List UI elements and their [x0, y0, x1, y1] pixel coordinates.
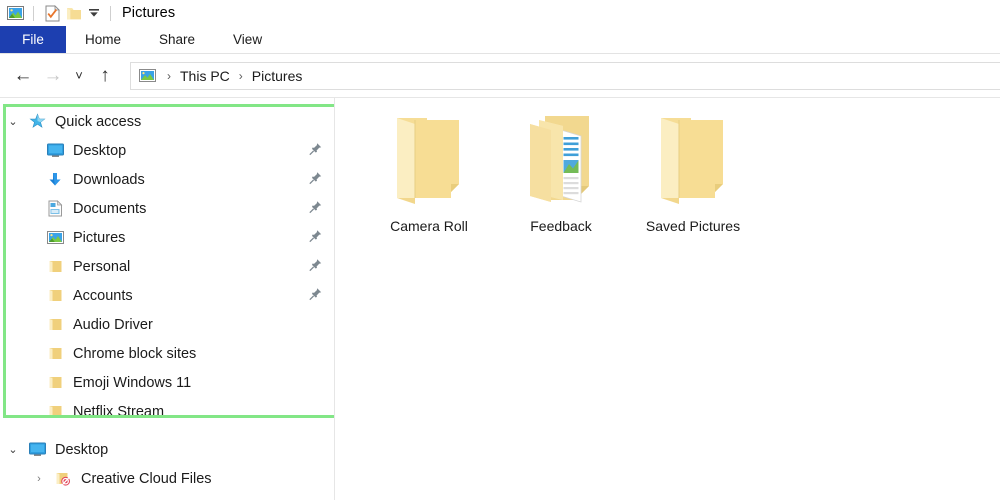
sidebar-item-desktop[interactable]: Desktop — [0, 136, 334, 165]
folder-icon — [44, 375, 66, 390]
sidebar-item-documents[interactable]: Documents — [0, 194, 334, 223]
breadcrumb-this-pc[interactable]: This PC — [178, 68, 232, 84]
sidebar-item-label: Desktop — [73, 142, 127, 159]
download-arrow-icon — [44, 172, 66, 188]
sidebar-item-label: Accounts — [73, 287, 133, 304]
back-button[interactable]: ← — [8, 61, 38, 91]
sidebar-item-netflix-stream[interactable]: Netflix Stream — [0, 397, 334, 426]
address-bar[interactable]: › This PC › Pictures — [130, 61, 1000, 90]
file-item-camera-roll[interactable]: Camera Roll — [363, 106, 495, 234]
breadcrumb-separator[interactable]: › — [232, 69, 250, 83]
pin-icon[interactable] — [309, 258, 322, 275]
properties-icon[interactable] — [41, 2, 63, 24]
new-folder-icon[interactable] — [63, 2, 85, 24]
sidebar-group-label: Desktop — [55, 441, 109, 458]
customize-qat-dropdown-icon[interactable] — [85, 2, 103, 24]
sidebar-item-emoji-windows-11[interactable]: Emoji Windows 11 — [0, 368, 334, 397]
main-body: ⌄ Quick access Desktop Downloads Documen… — [0, 98, 1000, 500]
file-grid: Camera Roll Feedback Saved Pictures — [363, 106, 1000, 234]
sidebar-item-pictures[interactable]: Pictures — [0, 223, 334, 252]
sidebar-item-label: Creative Cloud Files — [81, 470, 212, 487]
sidebar-group-desktop[interactable]: ⌄ Desktop — [0, 435, 334, 464]
breadcrumb-separator: › — [167, 68, 171, 83]
pin-icon[interactable] — [309, 171, 322, 188]
sidebar-item-label: Emoji Windows 11 — [73, 374, 192, 391]
breadcrumb-pictures[interactable]: Pictures — [250, 68, 305, 84]
sidebar-item-label: Downloads — [73, 171, 145, 188]
file-item-label: Feedback — [530, 218, 592, 234]
recent-locations-dropdown-icon[interactable]: ˅ — [68, 61, 90, 91]
sidebar-item-label: Personal — [73, 258, 131, 275]
window-title: Pictures — [122, 5, 176, 21]
file-list-pane[interactable]: Camera Roll Feedback Saved Pictures — [335, 98, 1000, 500]
sidebar-item-label: Netflix Stream — [73, 403, 165, 420]
chevron-down-icon[interactable]: ⌄ — [0, 443, 26, 456]
file-item-saved-pictures[interactable]: Saved Pictures — [627, 106, 759, 234]
folder-icon — [44, 404, 66, 419]
forward-button: → — [43, 64, 63, 86]
pin-icon[interactable] — [309, 142, 322, 159]
toolbar-divider-2 — [110, 5, 111, 21]
sidebar-item-label: Audio Driver — [73, 316, 153, 333]
sidebar-item-label: Documents — [73, 200, 147, 217]
sidebar-item-downloads[interactable]: Downloads — [0, 165, 334, 194]
folder-icon — [44, 346, 66, 361]
pictures-library-icon[interactable] — [4, 2, 26, 24]
folder-icon — [44, 259, 66, 274]
pin-icon[interactable] — [309, 200, 322, 217]
chevron-down-icon[interactable]: ⌄ — [0, 115, 26, 128]
sidebar-item-label: Pictures — [73, 229, 126, 246]
sidebar-item-accounts[interactable]: Accounts — [0, 281, 334, 310]
file-item-label: Saved Pictures — [645, 218, 741, 234]
sidebar-item-label: Chrome block sites — [73, 345, 197, 362]
pin-icon[interactable] — [309, 287, 322, 304]
sidebar-group-quick-access[interactable]: ⌄ Quick access — [0, 107, 334, 136]
toolbar-divider-1 — [33, 5, 34, 21]
folder-tree: ⌄ Quick access Desktop Downloads Documen… — [0, 98, 334, 493]
folder-icon — [44, 317, 66, 332]
ribbon-tab-bar: File Home Share View — [0, 26, 1000, 54]
documents-icon — [44, 200, 66, 217]
pictures-icon — [44, 230, 66, 245]
up-button[interactable]: ↑ — [90, 61, 120, 91]
creative-cloud-folder-icon — [52, 471, 74, 487]
tab-file[interactable]: File — [0, 26, 66, 53]
chevron-right-icon[interactable]: › — [26, 473, 52, 485]
folder-icon — [44, 288, 66, 303]
pin-icon[interactable] — [309, 229, 322, 246]
tree-group-gap — [0, 426, 334, 435]
pictures-library-icon — [139, 68, 156, 83]
folder-closed-icon — [657, 110, 729, 206]
sidebar-item-chrome-block-sites[interactable]: Chrome block sites — [0, 339, 334, 368]
folder-closed-icon — [393, 110, 465, 206]
folder-open-with-files-icon — [525, 110, 597, 206]
title-bar: Pictures — [0, 0, 1000, 26]
tab-view[interactable]: View — [214, 26, 281, 53]
tab-home[interactable]: Home — [66, 26, 140, 53]
file-item-label: Camera Roll — [390, 218, 468, 234]
sidebar-item-audio-driver[interactable]: Audio Driver — [0, 310, 334, 339]
sidebar-group-label: Quick access — [55, 113, 142, 130]
navigation-bar: ← → ˅ ↑ › This PC › Pictures — [0, 54, 1000, 98]
desktop-monitor-icon — [44, 143, 66, 158]
star-icon — [26, 113, 48, 130]
navigation-pane: ⌄ Quick access Desktop Downloads Documen… — [0, 98, 335, 500]
file-item-feedback[interactable]: Feedback — [495, 106, 627, 234]
desktop-monitor-icon — [26, 442, 48, 457]
tab-share[interactable]: Share — [140, 26, 214, 53]
sidebar-item-creative-cloud-files[interactable]: › Creative Cloud Files — [0, 464, 334, 493]
sidebar-item-personal[interactable]: Personal — [0, 252, 334, 281]
